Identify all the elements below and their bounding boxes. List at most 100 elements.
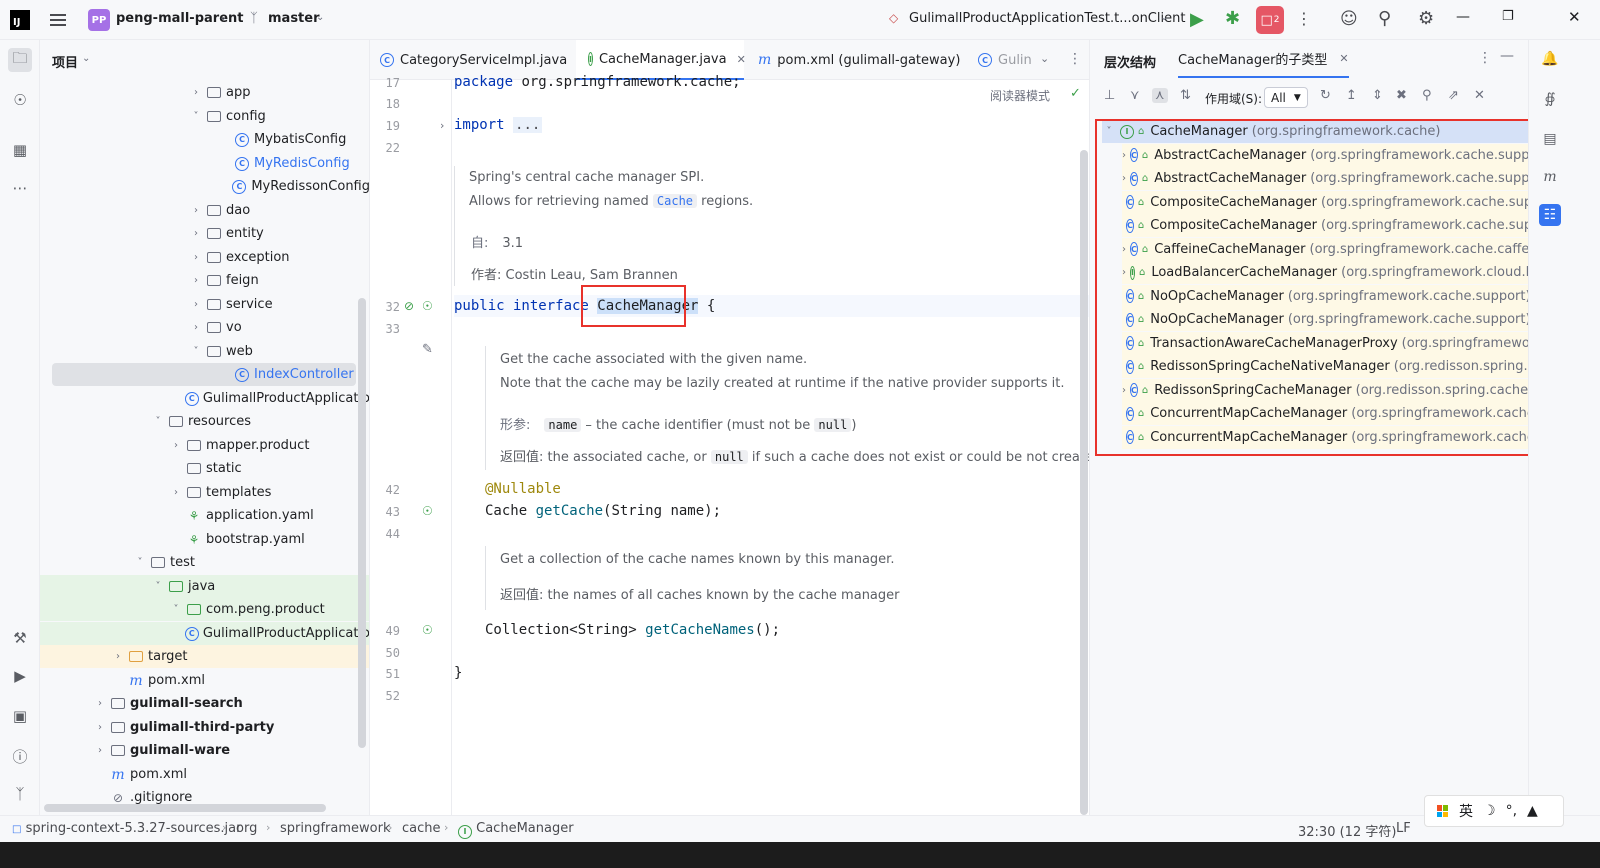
tab-gulimall[interactable]: C Gulin: [978, 40, 1038, 80]
hierarchy-item[interactable]: C ⌂ ConcurrentMapCacheManager (org.springfr…: [1122, 402, 1528, 425]
tree-item[interactable]: › app: [40, 81, 369, 104]
vertical-scrollbar[interactable]: [1080, 150, 1088, 815]
chevron-down-icon[interactable]: ˅: [152, 416, 164, 427]
tree-item[interactable]: ˅ com.peng.product: [40, 598, 369, 621]
hierarchy-item[interactable]: C ⌂ CompositeCacheManager (org.springframew…: [1122, 190, 1528, 214]
method-name[interactable]: getCache: [536, 503, 603, 519]
tree-item[interactable]: ˅ config: [40, 105, 369, 128]
code-line[interactable]: Collection<String> getCacheNames();: [485, 622, 780, 638]
chevron-right-icon[interactable]: ›: [170, 487, 182, 498]
chevron-down-icon[interactable]: ˅: [134, 557, 146, 568]
method-name[interactable]: getCacheNames: [645, 622, 755, 638]
ai-assistant-icon[interactable]: ∯: [1539, 88, 1561, 110]
hierarchy-item[interactable]: C ⌂ NoOpCacheManager (org.springframework.c…: [1122, 308, 1528, 331]
tree-item[interactable]: m pom.xml: [40, 669, 369, 692]
hierarchy-icon[interactable]: ☷: [1539, 204, 1561, 226]
chevron-down-icon[interactable]: ˅: [190, 111, 202, 122]
tree-item[interactable]: › entity: [40, 222, 369, 245]
hierarchy-item[interactable]: C ⌂ TransactionAwareCacheManagerProxy (org.…: [1122, 331, 1528, 355]
pin-icon[interactable]: ⚲: [1422, 88, 1432, 103]
terminal-icon[interactable]: ▣: [8, 704, 32, 728]
tree-item[interactable]: › dao: [40, 199, 369, 222]
hierarchy-item[interactable]: › C ⌂ CaffeineCacheManager (org.springframew…: [1122, 237, 1528, 261]
chevron-right-icon[interactable]: ›: [94, 698, 106, 709]
tree-item[interactable]: static: [40, 457, 369, 480]
scope-select[interactable]: All ▼: [1264, 87, 1308, 108]
minimize-icon[interactable]: —: [1456, 9, 1470, 25]
breadcrumb-item[interactable]: cache: [402, 821, 441, 836]
chevron-down-icon[interactable]: ˅: [152, 581, 164, 592]
import-fold[interactable]: ...: [513, 117, 543, 133]
ime-language[interactable]: 英: [1459, 801, 1473, 821]
code-line[interactable]: package org.springframework.cache;: [454, 74, 741, 90]
moon-icon[interactable]: ☽: [1483, 803, 1496, 819]
chevron-right-icon[interactable]: ›: [1122, 150, 1126, 161]
stop-icon[interactable]: □ 2: [1256, 6, 1284, 34]
implemented-icon[interactable]: ☉: [422, 504, 433, 518]
close-icon[interactable]: ✕: [1474, 88, 1485, 103]
settings-icon[interactable]: ⚙: [1418, 8, 1434, 29]
branch-icon[interactable]: ᛉ: [250, 11, 258, 26]
chevron-down-icon[interactable]: ⌄: [1160, 12, 1168, 23]
implemented-icon[interactable]: ☉: [422, 623, 433, 637]
ime-toolbar[interactable]: 英 ☽ °, ▲: [1424, 795, 1564, 827]
chevron-down-icon[interactable]: ˅: [170, 604, 182, 615]
tree-item[interactable]: › service: [40, 293, 369, 316]
git-icon[interactable]: ᛉ: [8, 782, 32, 806]
tree-item[interactable]: C MyRedisConfig: [40, 152, 369, 175]
hierarchy-item[interactable]: C ⌂ ConcurrentMapCacheManager (org.springfr…: [1122, 425, 1528, 449]
tree-item[interactable]: ˅ resources: [40, 410, 369, 433]
user-icon[interactable]: ☺: [1340, 9, 1358, 29]
tree-item[interactable]: › feign: [40, 269, 369, 292]
services-icon[interactable]: ▶: [8, 664, 32, 688]
chevron-down-icon[interactable]: ⌄: [316, 12, 324, 23]
code-line[interactable]: }: [454, 665, 462, 681]
tree-item[interactable]: › exception: [40, 246, 369, 269]
chevron-right-icon[interactable]: ›: [170, 440, 182, 451]
project-badge[interactable]: PP: [88, 9, 110, 31]
tree-item[interactable]: C GulimallProductApplicatio: [40, 387, 369, 410]
cursor-position[interactable]: 32:30 (12 字符): [1298, 821, 1396, 840]
tree-item[interactable]: C MyRedissonConfig: [40, 175, 369, 198]
chevron-down-icon[interactable]: ⌄: [1040, 52, 1049, 65]
tree-item[interactable]: ˅ web: [40, 340, 369, 363]
tree-item[interactable]: › mapper.product: [40, 434, 369, 457]
hierarchy-item[interactable]: C ⌂ CompositeCacheManager (org.springframew…: [1122, 214, 1528, 237]
chevron-right-icon[interactable]: ›: [1122, 267, 1126, 278]
chevron-right-icon[interactable]: ›: [190, 228, 202, 239]
hierarchy-item[interactable]: › C ⌂ AbstractCacheManager (org.springframew…: [1122, 143, 1528, 167]
supertypes-icon[interactable]: ⋎: [1130, 88, 1140, 103]
implementations-icon[interactable]: ⊘: [404, 299, 414, 313]
folder-icon[interactable]: 🗀: [8, 48, 32, 72]
hierarchy-item[interactable]: C ⌂ RedissonSpringCacheNativeManager (org.r…: [1122, 355, 1528, 378]
problems-icon[interactable]: ⓘ: [8, 744, 32, 768]
tree-item[interactable]: ⚘ application.yaml: [40, 504, 369, 527]
database-icon[interactable]: ▤: [1539, 128, 1561, 150]
edit-icon[interactable]: ✎: [422, 342, 433, 357]
hierarchy-item[interactable]: ˅ I ⌂ CacheManager (org.springframework.cach…: [1102, 120, 1528, 143]
tree-item[interactable]: › gulimall-third-party: [40, 716, 369, 739]
structure-icon[interactable]: ▦: [8, 138, 32, 162]
tree-item[interactable]: › target: [40, 645, 369, 668]
open-in-window-icon[interactable]: ⇗: [1448, 88, 1459, 103]
tree-item[interactable]: ˅ test: [40, 551, 369, 574]
tab-pom-gateway[interactable]: m pom.xml (gulimall-gateway): [758, 40, 963, 80]
chevron-right-icon[interactable]: ›: [112, 651, 124, 662]
maven-icon[interactable]: m: [1539, 166, 1561, 188]
project-panel-title[interactable]: 项目: [52, 52, 78, 71]
tree-item[interactable]: C MybatisConfig: [40, 128, 369, 151]
chevron-right-icon[interactable]: ›: [1122, 244, 1126, 255]
hierarchy-item[interactable]: › I ⌂ LoadBalancerCacheManager (org.springfr…: [1122, 261, 1528, 284]
hierarchy-item[interactable]: › C ⌂ AbstractCacheManager (org.springframew…: [1122, 167, 1528, 190]
chevron-right-icon[interactable]: ›: [190, 205, 202, 216]
chevron-down-icon[interactable]: ˅: [1102, 126, 1116, 137]
close-icon[interactable]: ✕: [1339, 52, 1348, 65]
collapse-all-icon[interactable]: ✖: [1396, 88, 1407, 103]
search-icon[interactable]: ⚲: [1378, 8, 1391, 29]
chevron-down-icon[interactable]: ⌄: [82, 53, 90, 64]
close-icon[interactable]: ✕: [1568, 8, 1581, 26]
minimize-icon[interactable]: —: [1500, 48, 1514, 64]
vertical-scrollbar[interactable]: [358, 298, 366, 748]
app-logo[interactable]: IJ: [10, 10, 30, 30]
chevron-right-icon[interactable]: ›: [1122, 173, 1126, 184]
